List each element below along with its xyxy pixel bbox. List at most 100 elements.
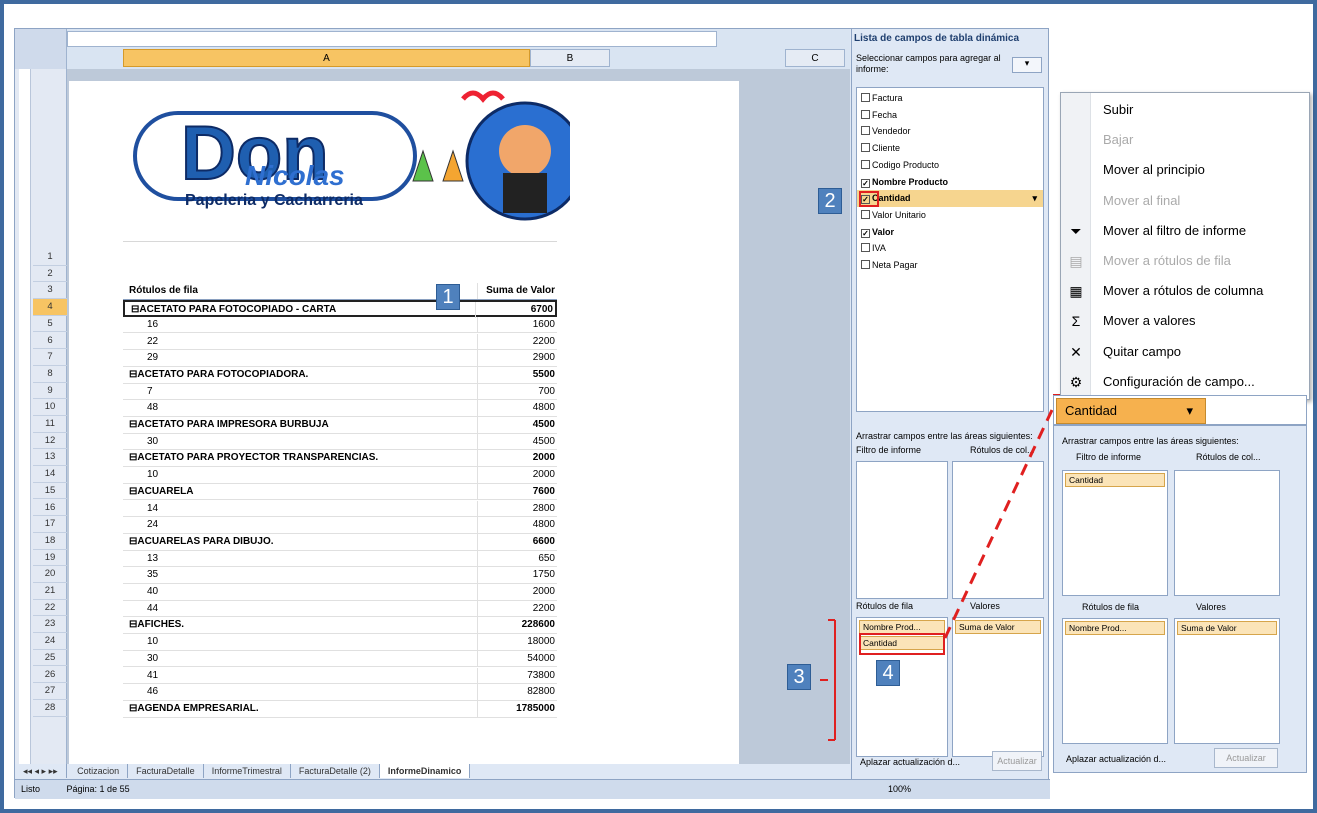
row-header[interactable]: 14 (33, 466, 67, 483)
pivot-item-row[interactable]: 10 18000 (123, 634, 557, 651)
pivot-item-row[interactable]: 14 2800 (123, 500, 557, 518)
row-field-nombre[interactable]: Nombre Prod... (859, 620, 945, 634)
menu-item[interactable]: Mover al principio (1061, 155, 1311, 185)
row-header[interactable]: 20 (33, 566, 67, 583)
field-item[interactable]: Valor Unitario (861, 207, 926, 224)
field-checkbox[interactable] (861, 243, 870, 253)
sheet-tab[interactable]: InformeTrimestral (204, 764, 291, 778)
pivot-item-row[interactable]: 10 2000 (123, 467, 557, 484)
field-item[interactable]: Factura (861, 90, 903, 107)
field-checkbox[interactable] (861, 126, 870, 136)
value-field-suma[interactable]: Suma de Valor (955, 620, 1041, 634)
row-header[interactable]: 12 (33, 433, 67, 450)
p2-row-labels-area[interactable] (1062, 618, 1168, 744)
p2-values-area[interactable] (1174, 618, 1280, 744)
pivot-group-row[interactable]: ⊟ACETATO PARA FOTOCOPIADO - CARTA 6700 (123, 300, 557, 319)
field-checkbox[interactable] (861, 93, 870, 102)
pivot-item-row[interactable]: 41 73800 (123, 667, 557, 685)
menu-item[interactable]: Bajar (1061, 125, 1311, 155)
field-checkbox[interactable] (861, 159, 870, 169)
row-header[interactable]: 27 (33, 683, 67, 700)
row-header[interactable]: 4 (33, 299, 67, 316)
select-all-corner[interactable] (15, 29, 67, 69)
sheet-tab[interactable]: FacturaDetalle (128, 764, 204, 778)
pivot-group-row[interactable]: ⊟ACETATO PARA PROYECTOR TRANSPARENCIAS. 2… (123, 450, 557, 468)
sheet-tab[interactable]: Cotizacion (69, 764, 129, 778)
row-header[interactable]: 13 (33, 449, 67, 467)
defer-update[interactable]: Aplazar actualización d... (860, 757, 960, 767)
pivot-group-row[interactable]: ⊟AGENDA EMPRESARIAL. 1785000 (123, 700, 557, 718)
pivot-group-row[interactable]: ⊟ACUARELAS PARA DIBUJO. 6600 (123, 533, 557, 551)
field-item[interactable]: ✓ Nombre Producto (861, 174, 948, 191)
pivot-item-row[interactable]: 29 2900 (123, 350, 557, 367)
column-header-a[interactable]: A (123, 49, 530, 67)
p2-value-field-suma[interactable]: Suma de Valor (1177, 621, 1277, 635)
pivot-item-row[interactable]: 24 4800 (123, 517, 557, 534)
field-item[interactable]: IVA (861, 240, 886, 257)
field-checkbox[interactable]: ✓ (861, 228, 870, 238)
sum-value-header[interactable]: Suma de Valor (477, 283, 557, 300)
row-header[interactable]: 15 (33, 483, 67, 500)
field-item[interactable]: Cliente (861, 140, 900, 157)
row-header[interactable]: 28 (33, 700, 67, 717)
tab-nav-arrows[interactable]: ◂◂ ◂ ▸ ▸▸ (15, 764, 67, 778)
report-filter-area[interactable] (856, 461, 948, 599)
pivot-group-row[interactable]: ⊟AFICHES. 228600 (123, 617, 557, 635)
p2-report-filter-area[interactable] (1062, 470, 1168, 596)
pivot-item-row[interactable]: 35 1750 (123, 567, 557, 584)
menu-item[interactable]: ✕ Quitar campo (1061, 337, 1311, 367)
row-header[interactable]: 6 (33, 333, 67, 350)
pivot-item-row[interactable]: 48 4800 (123, 400, 557, 417)
row-header[interactable]: 24 (33, 633, 67, 650)
row-header[interactable]: 17 (33, 516, 67, 533)
pivot-item-row[interactable]: 16 1600 (123, 316, 557, 334)
menu-item[interactable]: Σ Mover a valores (1061, 306, 1311, 336)
pivot-item-row[interactable]: 40 2000 (123, 584, 557, 601)
column-header-c[interactable]: C (785, 49, 845, 67)
p2-row-field-nombre[interactable]: Nombre Prod... (1065, 621, 1165, 635)
field-item[interactable]: Neta Pagar (861, 257, 918, 274)
cantidad-field-button[interactable]: Cantidad ▾ (1056, 398, 1206, 424)
menu-item[interactable]: ⏷ Mover al filtro de informe (1061, 216, 1311, 246)
column-header-b[interactable]: B (530, 49, 610, 67)
p2-filter-field-cantidad[interactable]: Cantidad (1065, 473, 1165, 487)
menu-item[interactable]: ▤ Mover a rótulos de fila (1061, 246, 1311, 276)
row-header[interactable]: 10 (33, 399, 67, 416)
row-labels-header[interactable]: Rótulos de fila (129, 283, 531, 299)
sheet-tab[interactable]: InformeDinamico (379, 764, 471, 778)
chevron-down-icon[interactable]: ▾ (1032, 190, 1037, 206)
row-header[interactable]: 1 (33, 249, 67, 266)
row-header[interactable]: 25 (33, 650, 67, 667)
pivot-item-row[interactable]: 7 700 (123, 383, 557, 401)
pivot-item-row[interactable]: 46 82800 (123, 684, 557, 701)
update-button[interactable]: Actualizar (992, 751, 1042, 771)
pivot-item-row[interactable]: 30 54000 (123, 650, 557, 668)
field-checkbox[interactable] (861, 143, 870, 153)
row-header[interactable]: 8 (33, 366, 67, 383)
pivot-item-row[interactable]: 30 4500 (123, 433, 557, 451)
column-labels-area[interactable] (952, 461, 1044, 599)
row-header[interactable]: 23 (33, 616, 67, 634)
row-header[interactable]: 19 (33, 550, 67, 567)
row-header[interactable]: 3 (33, 282, 67, 300)
field-checkbox[interactable]: ✓ (861, 178, 870, 188)
menu-item[interactable]: ▦ Mover a rótulos de columna (1061, 276, 1311, 306)
pivot-item-row[interactable]: 22 2200 (123, 333, 557, 351)
p2-defer-update[interactable]: Aplazar actualización d... (1066, 754, 1166, 764)
values-area[interactable] (952, 617, 1044, 757)
pivot-item-row[interactable]: 44 2200 (123, 600, 557, 618)
field-item[interactable]: Fecha (861, 107, 897, 124)
row-header[interactable]: 26 (33, 667, 67, 684)
row-header[interactable]: 7 (33, 349, 67, 366)
row-header[interactable]: 5 (33, 316, 67, 333)
p2-update-button[interactable]: Actualizar (1214, 748, 1278, 768)
field-item[interactable]: ✓ Valor (861, 224, 894, 241)
pivot-group-row[interactable]: ⊟ACETATO PARA FOTOCOPIADORA. 5500 (123, 366, 557, 384)
row-header[interactable]: 16 (33, 500, 67, 517)
pivot-group-row[interactable]: ⊟ACUARELA 7600 (123, 483, 557, 501)
field-item[interactable]: ✓ Cantidad ▾ (857, 190, 1043, 207)
field-checkbox[interactable] (861, 260, 870, 269)
menu-item[interactable]: ⚙ Configuración de campo... (1061, 367, 1311, 397)
row-header[interactable]: 11 (33, 416, 67, 433)
zoom-level[interactable]: 100% (888, 780, 911, 799)
